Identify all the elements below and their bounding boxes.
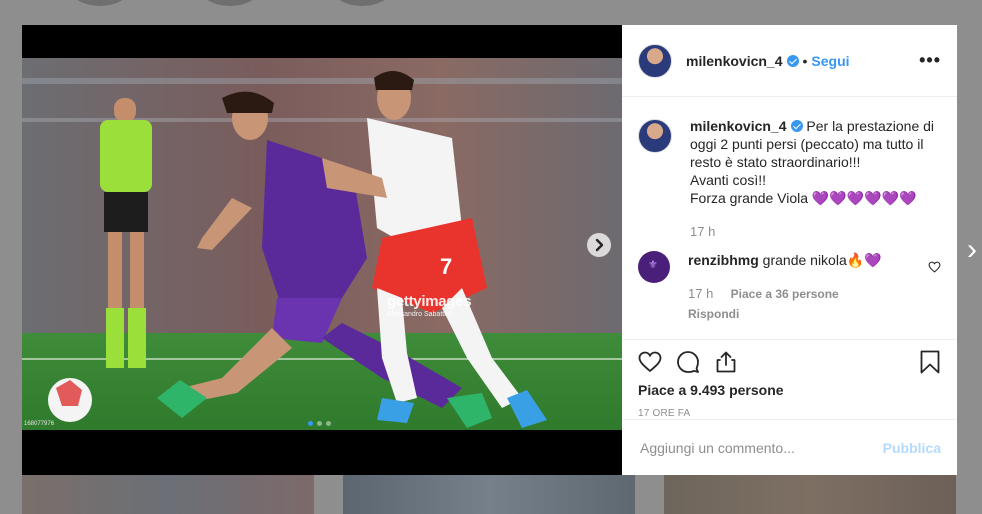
comment-like-heart-icon[interactable]: [928, 261, 941, 273]
comment-item: renzibhmg grande nikola🔥💜 17 h Piace a 3…: [638, 251, 941, 323]
carousel-dot: [326, 421, 331, 426]
header-separator: •: [802, 52, 808, 69]
heart-icon[interactable]: [638, 351, 662, 373]
share-icon[interactable]: [714, 350, 738, 374]
avatar[interactable]: [638, 43, 672, 78]
watermark-credit: Alessandro Sabattini: [387, 311, 452, 318]
verified-badge-icon: [786, 54, 799, 67]
comment-input[interactable]: [638, 438, 883, 457]
avatar[interactable]: [638, 119, 672, 153]
comment-text: grande nikola🔥💜: [762, 252, 882, 268]
caption-line: oggi 2 punti persi (peccato) ma tutto il: [690, 136, 924, 152]
caption-line: resto è stato straordinario!!!: [690, 154, 861, 170]
follow-button[interactable]: Segui: [811, 53, 849, 69]
post-modal: 7 gettyimages Alessandro Sabattini 16807…: [22, 25, 957, 475]
caption-line: Avanti così!!: [690, 172, 767, 188]
reply-button[interactable]: Rispondi: [688, 305, 928, 323]
comment-time[interactable]: 17 h: [688, 286, 713, 301]
chevron-right-icon: ›: [967, 233, 977, 266]
likes-count[interactable]: Piace a 9.493 persone: [638, 382, 941, 398]
background-thumbnail: [664, 474, 956, 514]
caption-line: Per la prestazione di: [806, 118, 935, 134]
more-options-icon[interactable]: •••: [919, 50, 941, 71]
verified-badge-icon: [790, 120, 803, 132]
next-post-arrow[interactable]: ›: [962, 232, 982, 268]
background-thumbnail: [22, 474, 314, 514]
post-side-panel: milenkovicn_4 • Segui ••• milenkovicn_4 …: [622, 25, 957, 475]
background-story-avatar: [332, 0, 392, 6]
post-timestamp[interactable]: 17 ORE FA: [638, 408, 941, 419]
comment-icon[interactable]: [676, 350, 700, 374]
comment-username[interactable]: renzibhmg: [688, 252, 759, 268]
caption-time[interactable]: 17 h: [690, 224, 715, 239]
post-actions: Piace a 9.493 persone 17 ORE FA: [622, 339, 957, 419]
carousel-next-button[interactable]: [587, 233, 611, 257]
background-story-avatar: [70, 0, 130, 6]
bookmark-icon[interactable]: [919, 350, 941, 374]
svg-text:7: 7: [440, 254, 452, 279]
add-comment-bar: Pubblica: [622, 419, 957, 475]
background-thumbnail: [343, 474, 635, 514]
carousel-dot: [317, 421, 322, 426]
carousel-dot-active: [308, 421, 313, 426]
caption: milenkovicn_4 Per la prestazione di oggi…: [638, 117, 941, 241]
comment-likes[interactable]: Piace a 36 persone: [731, 287, 839, 301]
watermark-brand: gettyimages: [387, 293, 472, 310]
post-media: 7 gettyimages Alessandro Sabattini 16807…: [22, 25, 622, 475]
carousel-next-icon: [595, 238, 604, 252]
image-id: 168077976: [24, 421, 55, 427]
post-header: milenkovicn_4 • Segui •••: [622, 25, 957, 97]
comments-list: milenkovicn_4 Per la prestazione di oggi…: [622, 97, 957, 339]
caption-username[interactable]: milenkovicn_4: [690, 118, 787, 134]
getty-watermark: gettyimages Alessandro Sabattini: [387, 293, 472, 318]
carousel-indicator: [308, 421, 331, 426]
caption-line: Forza grande Viola 💜💜💜💜💜💜: [690, 190, 917, 206]
publish-button[interactable]: Pubblica: [883, 440, 941, 456]
avatar[interactable]: [638, 251, 670, 283]
header-username[interactable]: milenkovicn_4: [686, 53, 783, 69]
background-story-avatar: [200, 0, 260, 6]
post-photo: 7: [22, 58, 622, 430]
